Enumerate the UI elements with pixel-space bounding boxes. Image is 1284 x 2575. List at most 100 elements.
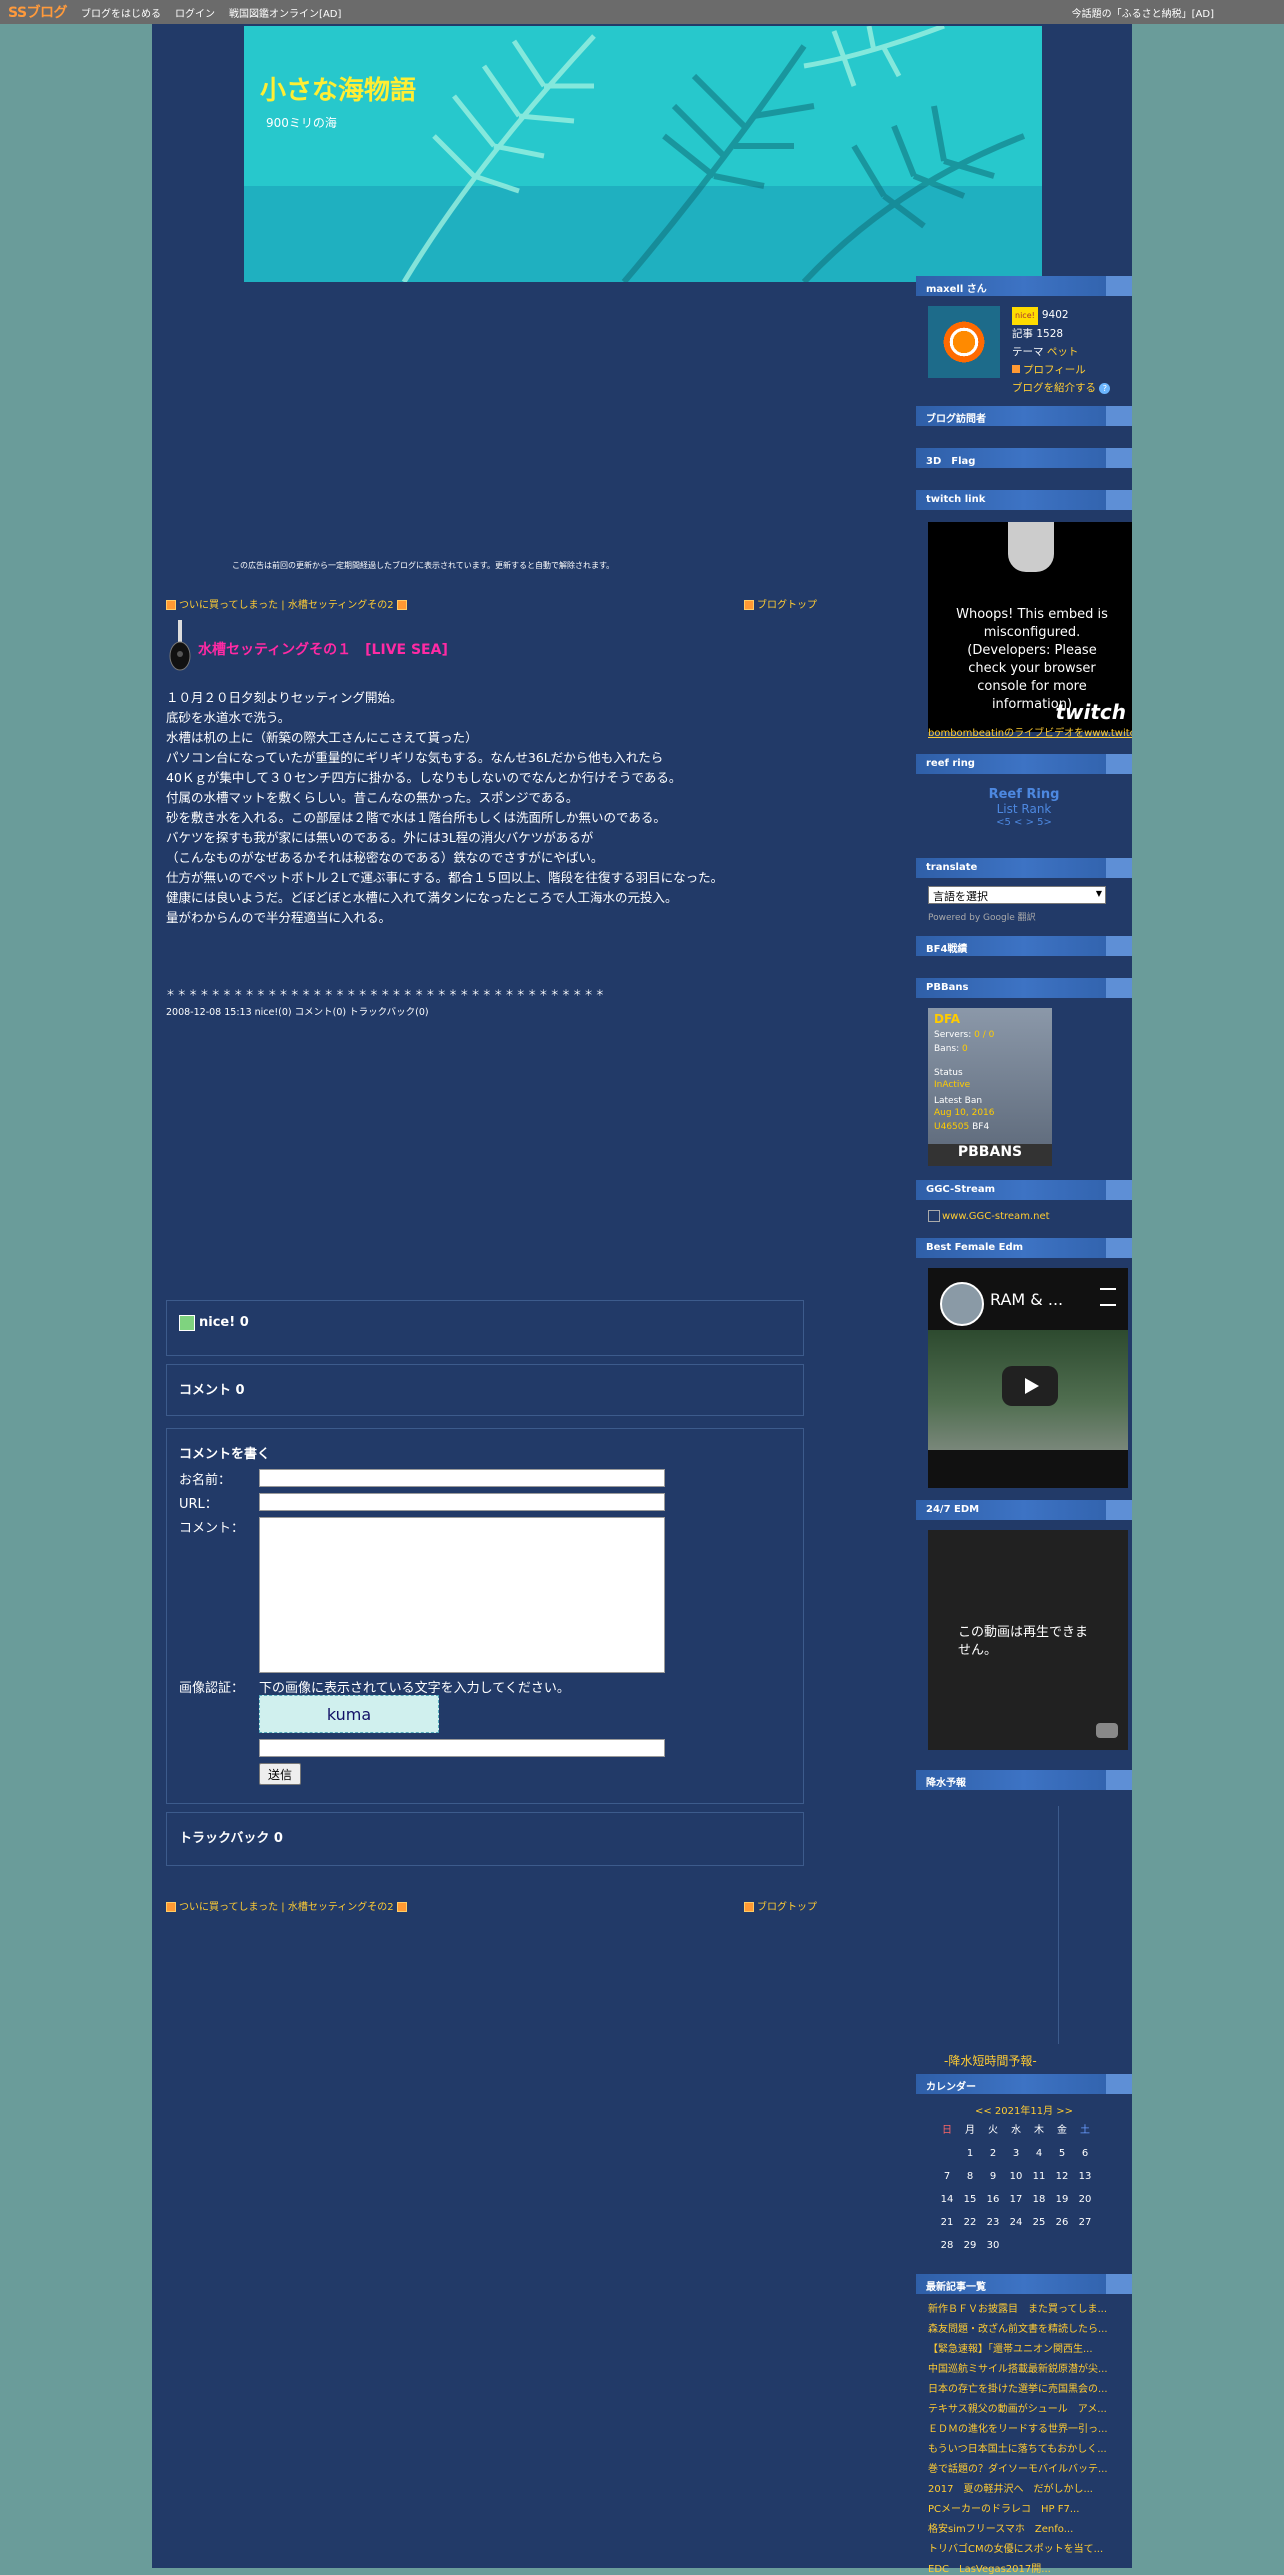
ad-link-right[interactable]: 今話題の「ふるさと納税」[AD] — [1072, 5, 1214, 20]
site-title[interactable]: 小さな海物語 — [260, 70, 416, 107]
login-link[interactable]: ログイン — [175, 5, 215, 20]
pbbans-widget[interactable]: DFA Servers: 0 / 0 Bans: 0 Status InActi… — [928, 1008, 1052, 1166]
video-title[interactable]: RAM & ... — [990, 1290, 1063, 1309]
calendar-nav[interactable]: << 2021年11月 >> — [916, 2102, 1132, 2117]
sidebar-translate-header: translate — [916, 858, 1132, 878]
site-subtitle: 900ミリの海 — [266, 116, 337, 130]
calendar-day: 1 — [966, 2148, 974, 2159]
comment-textarea[interactable] — [259, 1517, 665, 1673]
article-nav-top[interactable]: ついに買ってしまった | 水槽セッティングその2 — [166, 596, 410, 611]
article-body: １０月２０日夕刻よりセッティング開始。 底砂を水道水で洗う。 水槽は机の上に（新… — [166, 688, 806, 928]
servers-value: 0 / 0 — [974, 1030, 995, 1040]
sidebar-rain-header: 降水予報 — [916, 1770, 1132, 1790]
latest-ban-date: Aug 10, 2016 — [934, 1108, 995, 1118]
article-line: １０月２０日夕刻よりセッティング開始。 — [166, 690, 403, 705]
nav-square-icon — [396, 1902, 407, 1912]
nav-prev-next-link[interactable]: ついに買ってしまった | 水槽セッティングその2 — [179, 1902, 394, 1913]
recent-article-link[interactable]: PCメーカーのドラレコ HP F7... — [928, 2500, 1132, 2515]
calendar-weekday: 火 — [988, 2125, 998, 2136]
youtube-icon[interactable] — [1096, 1723, 1118, 1738]
ghost-icon — [1008, 522, 1054, 572]
profile-link[interactable]: プロフィール — [1023, 364, 1086, 376]
article-nav-bottom[interactable]: ついに買ってしまった | 水槽セッティングその2 — [166, 1898, 410, 1913]
recent-article-link[interactable]: 【緊急速報】「還帯ユニオン関西生... — [928, 2340, 1132, 2355]
recent-article-link[interactable]: テキサス親父の動画がシュール アメ... — [928, 2400, 1132, 2415]
calendar-day: 9 — [989, 2171, 997, 2182]
recent-article-link[interactable]: 中国巡航ミサイル搭載最新鋭原潜が尖... — [928, 2360, 1132, 2375]
bans-value: 0 — [962, 1044, 968, 1054]
nav-square-icon — [744, 1902, 754, 1912]
calendar-day: 27 — [1078, 2217, 1092, 2228]
calendar-day: 20 — [1078, 2194, 1092, 2205]
youtube-player[interactable]: RAM & ... — [928, 1268, 1128, 1488]
article-line: 底砂を水道水で洗う。 — [166, 710, 291, 725]
ssblog-logo[interactable]: SSブログ — [8, 2, 68, 22]
name-input[interactable] — [259, 1469, 665, 1487]
blog-top-label[interactable]: ブログトップ — [757, 1902, 817, 1913]
list-rank-link[interactable]: List Rank — [916, 802, 1132, 816]
recent-article-link[interactable]: 新作ＢＦＶお披露目 また買ってしま... — [928, 2300, 1132, 2315]
youtube-player-unavailable[interactable]: この動画は再生できません。 — [928, 1530, 1128, 1750]
palm-leaves-image — [244, 26, 1042, 282]
reef-ring-link[interactable]: Reef Ring — [916, 788, 1132, 802]
calendar-day: 22 — [963, 2217, 977, 2228]
recent-article-link[interactable]: 格安simフリースマホ Zenfo... — [928, 2520, 1132, 2535]
calendar-day: 25 — [1032, 2217, 1046, 2228]
blog-top-label[interactable]: ブログトップ — [757, 600, 817, 611]
twitch-embed[interactable]: Whoops! This embed is misconfigured. (De… — [928, 522, 1132, 732]
language-select[interactable]: 言語を選択 — [928, 886, 1106, 904]
calendar-day: 21 — [940, 2217, 954, 2228]
twitch-link[interactable]: bombombeatinのライブビデオをwww.twitch.tv — [928, 724, 1132, 739]
url-input[interactable] — [259, 1493, 665, 1511]
name-label: お名前： — [179, 1473, 232, 1488]
ad-link[interactable]: 戦国図鑑オンライン[AD] — [229, 5, 341, 20]
submit-button[interactable]: 送信 — [259, 1763, 301, 1785]
url-label: URL： — [179, 1497, 218, 1512]
latest-ban-game: BF4 — [972, 1122, 990, 1132]
recent-article-link[interactable]: ＥＤＭの進化をリードする世界一引っ... — [928, 2420, 1132, 2435]
article-title[interactable]: 水槽セッティングその１ [LIVE SEA] — [198, 639, 448, 659]
calendar-day: 30 — [986, 2240, 1000, 2251]
calendar-day: 11 — [1032, 2171, 1046, 2182]
recent-article-link[interactable]: 巻で話題の？ダイソーモバイルバッテ... — [928, 2460, 1132, 2475]
comment-form-title: コメントを書く — [179, 1447, 271, 1462]
nav-square-icon — [166, 1902, 176, 1912]
article-line: パソコン台になっていたが重量的にギリギリな気もする。なんせ36Lだから他も入れた… — [166, 750, 664, 765]
start-blog-link[interactable]: ブログをはじめる — [81, 5, 161, 20]
captcha-input[interactable] — [259, 1739, 665, 1757]
introduce-link[interactable]: ブログを紹介する — [1012, 382, 1096, 394]
captcha-label: 画像認証： — [179, 1681, 245, 1696]
calendar-day: 16 — [986, 2194, 1000, 2205]
calendar-weekday: 月 — [965, 2125, 975, 2136]
help-icon[interactable]: ? — [1099, 383, 1111, 394]
avatar[interactable] — [928, 306, 1000, 378]
nav-prev-next-link[interactable]: ついに買ってしまった | 水槽セッティングその2 — [179, 600, 394, 611]
channel-avatar[interactable] — [940, 1282, 984, 1326]
calendar-day: 5 — [1058, 2148, 1066, 2159]
calendar-day: 10 — [1009, 2171, 1023, 2182]
calendar-day: 14 — [940, 2194, 954, 2205]
play-icon[interactable] — [1002, 1366, 1058, 1406]
blog-top-link[interactable]: ブログトップ — [744, 596, 817, 611]
article-meta[interactable]: 2008-12-08 15:13 nice!(0) コメント(0) トラックバッ… — [166, 1004, 429, 1018]
recent-article-link[interactable]: もういつ日本国土に落ちてもおかしく... — [928, 2440, 1132, 2455]
sidebar-reefring-header: reef ring — [916, 754, 1132, 774]
calendar-day: 26 — [1055, 2217, 1069, 2228]
sidebar-flag-header: 3D Flag — [916, 448, 1132, 468]
top-bar: SSブログ ブログをはじめる ログイン 戦国図鑑オンライン[AD] 今話題の「ふ… — [0, 0, 1284, 24]
rain-forecast-widget — [928, 1806, 1059, 2044]
recent-article-link[interactable]: 森友問題・改ざん前文書を精読したら... — [928, 2320, 1132, 2335]
blog-top-link-bottom[interactable]: ブログトップ — [744, 1898, 817, 1913]
rain-forecast-link[interactable]: -降水短時間予報- — [944, 2052, 1037, 2069]
recent-article-link[interactable]: トリバゴCMの女優にスポットを当て... — [928, 2540, 1132, 2555]
playlist-icon[interactable] — [1100, 1288, 1116, 1306]
recent-article-link[interactable]: 2017 夏の軽井沢へ だがしかし... — [928, 2480, 1132, 2495]
ggc-stream-image[interactable]: www.GGC-stream.net — [928, 1210, 1050, 1222]
calendar-day: 18 — [1032, 2194, 1046, 2205]
reef-ring-nav[interactable]: <5 < > 5> — [916, 816, 1132, 830]
servers-label: Servers: — [934, 1030, 972, 1040]
theme-link[interactable]: ペット — [1047, 346, 1079, 358]
calendar-day: 15 — [963, 2194, 977, 2205]
profile-info: nice! 9402 記事 1528 テーマ ペット プロフィール ブログを紹介す… — [1012, 306, 1111, 397]
recent-article-link[interactable]: 日本の存亡を掛けた選挙に売国黒会の... — [928, 2380, 1132, 2395]
